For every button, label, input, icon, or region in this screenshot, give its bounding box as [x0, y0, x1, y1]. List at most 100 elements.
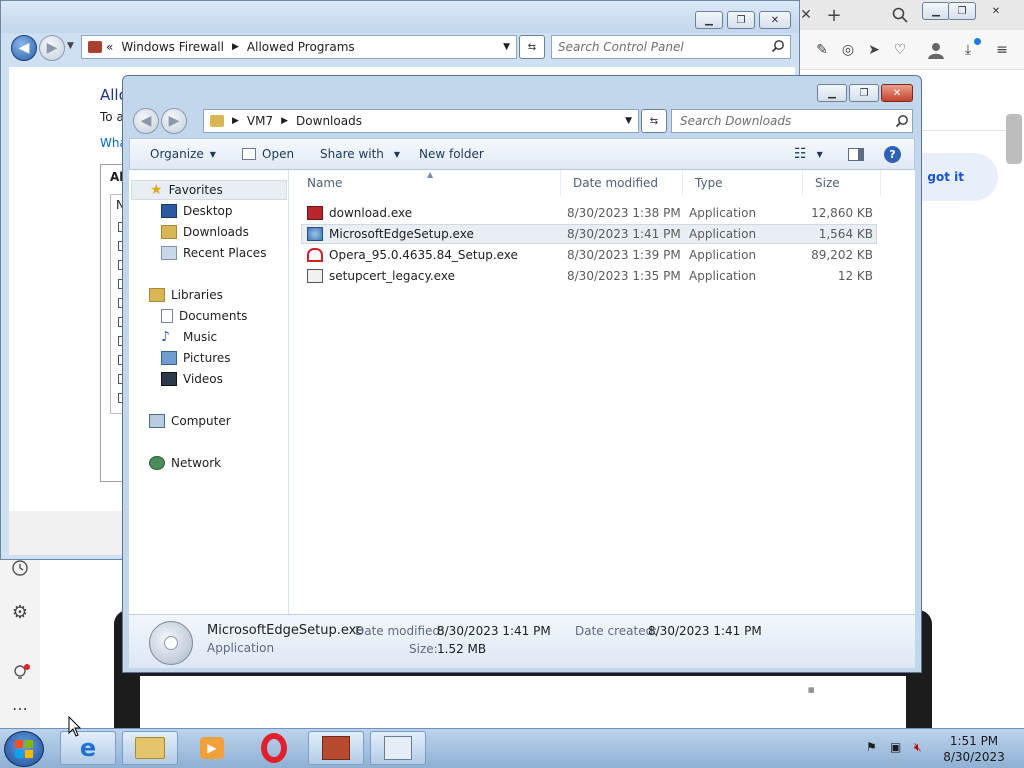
search-tabs-icon[interactable] [890, 5, 910, 25]
taskbar-opera[interactable] [246, 731, 302, 765]
new-tab-button[interactable]: + [824, 5, 844, 26]
firewall-minimize-button[interactable]: ▁ [695, 11, 723, 29]
explorer-maximize-button[interactable]: ❐ [849, 84, 879, 102]
profile-icon[interactable] [926, 40, 946, 60]
file-date: 8/30/2023 1:38 PM [567, 206, 681, 220]
start-button[interactable] [4, 731, 44, 767]
forward-button[interactable]: ▶ [39, 35, 65, 61]
change-view-button[interactable]: ☷ ▼ [794, 139, 823, 169]
firewall-search-input[interactable]: Search Control Panel [551, 35, 791, 59]
taskbar-control-panel[interactable] [370, 731, 426, 765]
download-exe-icon [307, 206, 323, 220]
navigation-pane: ★ Favorites Desktop Downloads Recent Pla… [129, 170, 289, 614]
file-date: 8/30/2023 1:39 PM [567, 248, 681, 262]
nav-favorites-label: Favorites [168, 183, 223, 197]
explorer-search-input[interactable]: Search Downloads [671, 109, 913, 133]
menu-icon[interactable]: ≡ [992, 40, 1012, 60]
breadcrumb-allowed-programs[interactable]: Allowed Programs [247, 40, 355, 54]
history-icon[interactable] [10, 558, 30, 578]
taskbar-firewall[interactable] [308, 731, 364, 765]
settings-icon[interactable]: ⚙ [10, 602, 30, 623]
firewall-search-icon[interactable] [771, 39, 785, 56]
more-icon[interactable]: ⋯ [10, 698, 30, 718]
organize-button[interactable]: Organize ▼ [150, 139, 216, 169]
send-icon[interactable]: ➤ [864, 40, 884, 60]
open-icon [242, 148, 256, 160]
new-folder-button[interactable]: New folder [419, 139, 484, 169]
breadcrumb-arrow-icon[interactable]: ▶ [232, 116, 239, 126]
file-date: 8/30/2023 1:35 PM [567, 269, 681, 283]
nav-recent-places[interactable]: Recent Places [129, 243, 266, 263]
taskbar-media-player[interactable]: ▶ [184, 731, 240, 765]
network-tray-icon[interactable]: ▣ [890, 740, 901, 754]
address-dropdown-icon[interactable]: ▼ [503, 42, 510, 52]
nav-music[interactable]: ♪ Music [129, 327, 217, 347]
column-header-date[interactable]: Date modified [561, 170, 683, 196]
breadcrumb-arrow-icon[interactable]: ▶ [281, 116, 288, 126]
file-row[interactable]: Opera_95.0.4635.84_Setup.exe 8/30/2023 1… [301, 245, 877, 265]
nav-favorites[interactable]: ★ Favorites [131, 180, 287, 200]
breadcrumb-vm7[interactable]: VM7 [247, 114, 273, 128]
camera-icon[interactable]: ◎ [838, 40, 858, 60]
share-with-button[interactable]: Share with ▼ [320, 139, 400, 169]
firewall-address-bar[interactable]: « Windows Firewall ▶ Allowed Programs ▼ [81, 35, 517, 59]
browser-restore-button[interactable]: ❐ [948, 2, 976, 20]
computer-icon [149, 414, 165, 428]
firewall-title-bar: ▁ ❐ ✕ [1, 1, 799, 33]
open-button[interactable]: Open [242, 139, 294, 169]
browser-scrollbar[interactable] [1006, 114, 1022, 164]
nav-computer[interactable]: Computer [129, 411, 231, 431]
breadcrumb-windows-firewall[interactable]: Windows Firewall [121, 40, 224, 54]
clock-time: 1:51 PM [949, 734, 999, 748]
refresh-icon[interactable]: ⇆ [519, 35, 545, 59]
downloads-folder-icon [210, 115, 224, 127]
explorer-forward-button[interactable]: ▶ [161, 108, 187, 134]
nav-desktop[interactable]: Desktop [129, 201, 233, 221]
explorer-refresh-icon[interactable]: ⇆ [641, 109, 667, 133]
explorer-close-button[interactable]: ✕ [881, 84, 913, 102]
column-header-type[interactable]: Type [683, 170, 803, 196]
browser-minimize-button[interactable]: ▁ [922, 2, 950, 20]
preview-pane-button[interactable] [848, 139, 864, 169]
address-dropdown-icon[interactable]: ▼ [625, 116, 632, 126]
volume-muted-icon[interactable]: 🔇︎ [914, 740, 922, 755]
explorer-address-bar[interactable]: ▶ VM7 ▶ Downloads ▼ [203, 109, 639, 133]
music-icon: ♪ [161, 329, 170, 345]
nav-videos[interactable]: Videos [129, 369, 223, 389]
windows-logo-icon [15, 740, 33, 758]
edit-icon[interactable]: ✎ [812, 40, 832, 60]
nav-libraries[interactable]: Libraries [129, 285, 223, 305]
firewall-maximize-button[interactable]: ❐ [727, 11, 755, 29]
column-header-size[interactable]: Size [803, 170, 881, 196]
mouse-cursor-icon [68, 716, 82, 737]
nav-documents[interactable]: Documents [129, 306, 247, 326]
nav-downloads[interactable]: Downloads [129, 222, 249, 242]
apps-icon[interactable]: ▦ [808, 686, 815, 694]
details-file-type: Application [207, 641, 275, 655]
file-row[interactable]: setupcert_legacy.exe 8/30/2023 1:35 PM A… [301, 266, 877, 286]
heart-icon[interactable]: ♡ [890, 40, 910, 60]
recent-pages-icon[interactable]: ▼ [67, 41, 74, 51]
system-clock[interactable]: 1:51 PM 8/30/2023 [934, 733, 1014, 765]
explorer-search-icon[interactable] [895, 114, 909, 131]
firewall-close-button[interactable]: ✕ [759, 11, 791, 29]
help-button[interactable]: ? [884, 139, 901, 169]
action-center-icon[interactable]: ⚑ [866, 740, 877, 754]
explorer-minimize-button[interactable]: ▁ [817, 84, 847, 102]
clock-date: 8/30/2023 [943, 750, 1005, 764]
address-overflow[interactable]: « [106, 40, 113, 54]
taskbar-explorer[interactable] [122, 731, 178, 765]
nav-pictures[interactable]: Pictures [129, 348, 231, 368]
nav-network[interactable]: Network [129, 453, 221, 473]
file-row[interactable]: download.exe 8/30/2023 1:38 PM Applicati… [301, 203, 877, 223]
browser-close-button[interactable]: ✕ [976, 2, 1016, 20]
details-size: 1.52 MB [437, 642, 487, 656]
file-row-selected[interactable]: MicrosoftEdgeSetup.exe 8/30/2023 1:41 PM… [301, 224, 877, 244]
explorer-window: ▁ ❐ ✕ ◀ ▶ ▶ VM7 ▶ Downloads ▼ ⇆ Search D… [122, 75, 922, 673]
folder-icon [135, 737, 165, 759]
explorer-back-button[interactable]: ◀ [133, 108, 159, 134]
breadcrumb-arrow-icon[interactable]: ▶ [232, 42, 239, 52]
back-button[interactable]: ◀ [11, 35, 37, 61]
details-file-name: MicrosoftEdgeSetup.exe [207, 623, 364, 638]
breadcrumb-downloads[interactable]: Downloads [296, 114, 362, 128]
